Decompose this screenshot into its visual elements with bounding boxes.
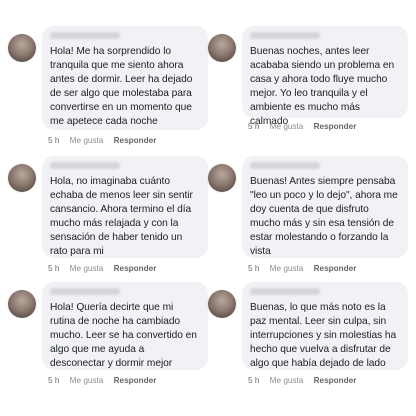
avatar[interactable] <box>208 34 236 62</box>
avatar[interactable] <box>8 34 36 62</box>
comment-actions: 5 h Me gusta Responder <box>48 264 164 273</box>
comment-text: Hola! Quería decirte que mi rutina de no… <box>50 302 197 369</box>
comment-text: Hola, no imaginaba cuánto echaba de meno… <box>50 176 193 257</box>
timestamp: 5 h <box>248 264 260 273</box>
timestamp: 5 h <box>48 264 60 273</box>
comment-bubble: Hola, no imaginaba cuánto echaba de meno… <box>42 156 208 258</box>
author-name[interactable] <box>50 162 120 169</box>
comment-text: Buenas, lo que más noto es la paz mental… <box>250 302 397 369</box>
timestamp: 5 h <box>48 376 60 385</box>
author-name[interactable] <box>250 32 320 39</box>
like-button[interactable]: Me gusta <box>270 376 304 385</box>
author-name[interactable] <box>250 162 320 169</box>
avatar[interactable] <box>208 164 236 192</box>
comment-text: Hola! Me ha sorprendido lo tranquila que… <box>50 46 193 127</box>
comment-actions: 5 h Me gusta Responder <box>48 376 164 385</box>
reply-button[interactable]: Responder <box>314 376 357 385</box>
author-name[interactable] <box>50 288 120 295</box>
comment-actions: 5 h Me gusta Responder <box>248 122 364 131</box>
comment-bubble: Hola! Me ha sorprendido lo tranquila que… <box>42 26 208 130</box>
comment-text: Buenas! Antes siempre pensaba "leo un po… <box>250 176 398 257</box>
author-name[interactable] <box>250 288 320 295</box>
like-button[interactable]: Me gusta <box>70 136 104 145</box>
comment-bubble: Hola! Quería decirte que mi rutina de no… <box>42 282 208 370</box>
avatar[interactable] <box>8 164 36 192</box>
author-name[interactable] <box>50 32 120 39</box>
timestamp: 5 h <box>248 122 260 131</box>
like-button[interactable]: Me gusta <box>70 376 104 385</box>
reply-button[interactable]: Responder <box>314 264 357 273</box>
comment-actions: 5 h Me gusta Responder <box>48 136 164 145</box>
comment-bubble: Buenas! Antes siempre pensaba "leo un po… <box>242 156 408 258</box>
comment-bubble: Buenas noches, antes leer acababa siendo… <box>242 26 408 127</box>
comment-actions: 5 h Me gusta Responder <box>248 264 364 273</box>
comment-actions: 5 h Me gusta Responder <box>248 376 364 385</box>
timestamp: 5 h <box>248 376 260 385</box>
reply-button[interactable]: Responder <box>114 376 157 385</box>
avatar[interactable] <box>208 290 236 318</box>
avatar[interactable] <box>8 290 36 318</box>
comment-text: Buenas noches, antes leer acababa siendo… <box>250 46 395 127</box>
reply-button[interactable]: Responder <box>114 136 157 145</box>
like-button[interactable]: Me gusta <box>270 122 304 131</box>
like-button[interactable]: Me gusta <box>270 264 304 273</box>
timestamp: 5 h <box>48 136 60 145</box>
like-button[interactable]: Me gusta <box>70 264 104 273</box>
reply-button[interactable]: Responder <box>314 122 357 131</box>
reply-button[interactable]: Responder <box>114 264 157 273</box>
comment-bubble: Buenas, lo que más noto es la paz mental… <box>242 282 408 370</box>
